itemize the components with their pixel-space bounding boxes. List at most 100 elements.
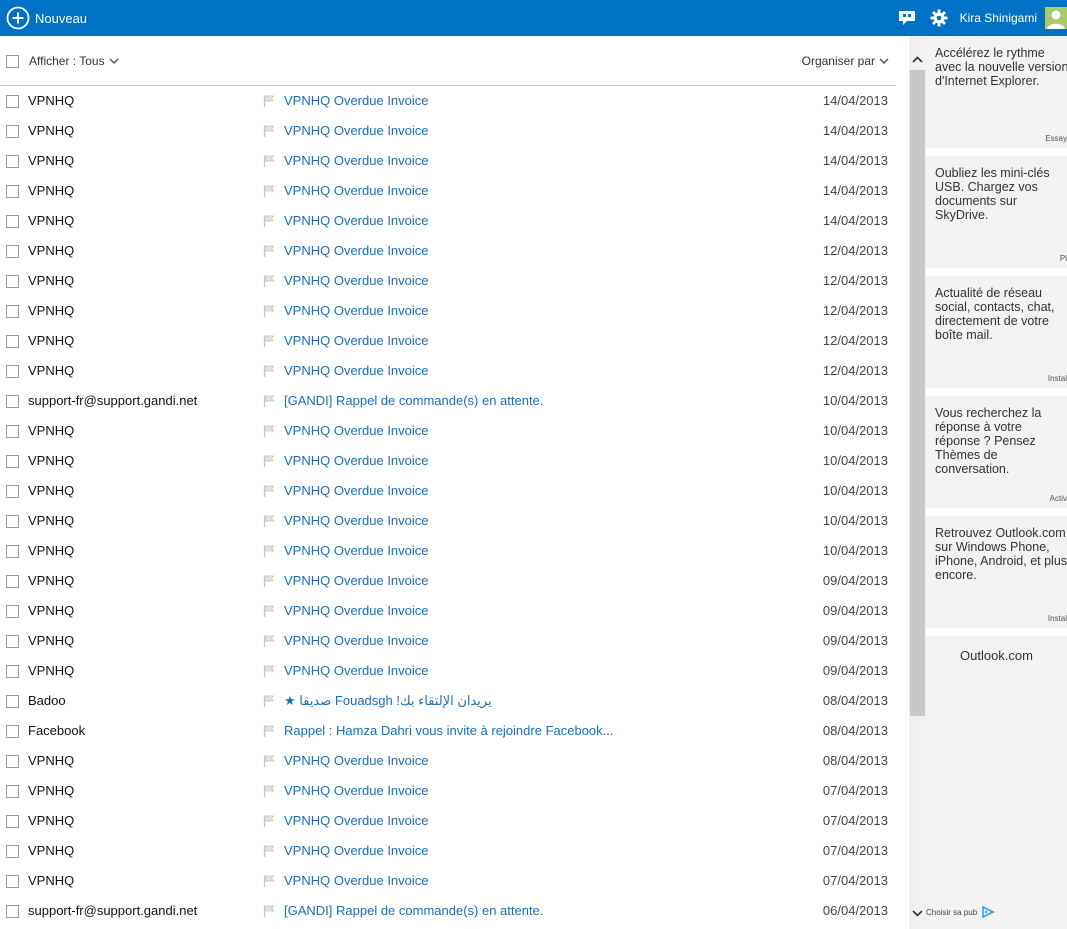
flag-icon[interactable] <box>263 695 275 707</box>
flag-icon[interactable] <box>263 365 275 377</box>
ad-block[interactable]: Vous recherchez la réponse à votre répon… <box>926 396 1067 508</box>
flag-icon[interactable] <box>263 335 275 347</box>
ad-block[interactable]: Accélérez le rythme avec la nouvelle ver… <box>926 36 1067 148</box>
message-row[interactable]: VPNHQ VPNHQ Overdue Invoice 14/04/2013 <box>0 146 896 176</box>
message-checkbox[interactable] <box>6 515 19 528</box>
flag-icon[interactable] <box>263 725 275 737</box>
flag-icon[interactable] <box>263 395 275 407</box>
message-row[interactable]: VPNHQ VPNHQ Overdue Invoice 07/04/2013 <box>0 866 896 896</box>
message-row[interactable]: VPNHQ VPNHQ Overdue Invoice 10/04/2013 <box>0 536 896 566</box>
flag-icon[interactable] <box>263 305 275 317</box>
scroll-down-button[interactable] <box>909 906 926 920</box>
filter-dropdown[interactable]: Afficher : Tous <box>29 54 119 68</box>
scroll-up-button[interactable] <box>909 52 926 66</box>
message-row[interactable]: VPNHQ VPNHQ Overdue Invoice 14/04/2013 <box>0 116 896 146</box>
message-checkbox[interactable] <box>6 155 19 168</box>
sort-dropdown[interactable]: Organiser par <box>802 54 889 68</box>
message-row[interactable]: VPNHQ VPNHQ Overdue Invoice 14/04/2013 <box>0 206 896 236</box>
flag-icon[interactable] <box>263 155 275 167</box>
message-row[interactable]: support-fr@support.gandi.net [GANDI] Rap… <box>0 896 896 926</box>
flag-icon[interactable] <box>263 875 275 887</box>
flag-icon[interactable] <box>263 485 275 497</box>
settings-button[interactable] <box>928 7 950 29</box>
message-checkbox[interactable] <box>6 455 19 468</box>
message-row[interactable]: VPNHQ VPNHQ Overdue Invoice 09/04/2013 <box>0 566 896 596</box>
message-row[interactable]: VPNHQ VPNHQ Overdue Invoice 07/04/2013 <box>0 836 896 866</box>
message-checkbox[interactable] <box>6 905 19 918</box>
message-checkbox[interactable] <box>6 335 19 348</box>
new-message-button[interactable]: Nouveau <box>6 5 87 31</box>
message-checkbox[interactable] <box>6 875 19 888</box>
message-checkbox[interactable] <box>6 425 19 438</box>
ad-cta-link[interactable]: Instal <box>1048 614 1067 623</box>
message-checkbox[interactable] <box>6 275 19 288</box>
message-row[interactable]: VPNHQ VPNHQ Overdue Invoice 12/04/2013 <box>0 296 896 326</box>
message-checkbox[interactable] <box>6 575 19 588</box>
flag-icon[interactable] <box>263 755 275 767</box>
message-checkbox[interactable] <box>6 635 19 648</box>
message-row[interactable]: Badoo ★ صديقا Fouadsgh !يريدان الإلتقاء … <box>0 686 896 716</box>
flag-icon[interactable] <box>263 815 275 827</box>
message-checkbox[interactable] <box>6 845 19 858</box>
message-row[interactable]: VPNHQ VPNHQ Overdue Invoice 12/04/2013 <box>0 356 896 386</box>
message-checkbox[interactable] <box>6 395 19 408</box>
message-checkbox[interactable] <box>6 485 19 498</box>
message-row[interactable]: VPNHQ VPNHQ Overdue Invoice 10/04/2013 <box>0 416 896 446</box>
message-row[interactable]: VPNHQ VPNHQ Overdue Invoice 09/04/2013 <box>0 626 896 656</box>
flag-icon[interactable] <box>263 275 275 287</box>
message-checkbox[interactable] <box>6 365 19 378</box>
flag-icon[interactable] <box>263 545 275 557</box>
message-list-scrollbar[interactable] <box>909 36 926 929</box>
avatar[interactable] <box>1045 7 1067 29</box>
flag-icon[interactable] <box>263 125 275 137</box>
ad-block[interactable]: Actualité de réseau social, contacts, ch… <box>926 276 1067 388</box>
message-row[interactable]: VPNHQ VPNHQ Overdue Invoice 12/04/2013 <box>0 236 896 266</box>
message-checkbox[interactable] <box>6 785 19 798</box>
flag-icon[interactable] <box>263 515 275 527</box>
ad-block[interactable]: Oubliez les mini-clés USB. Chargez vos d… <box>926 156 1067 268</box>
account-name[interactable]: Kira Shinigami <box>960 11 1037 25</box>
flag-icon[interactable] <box>263 575 275 587</box>
flag-icon[interactable] <box>263 455 275 467</box>
message-checkbox[interactable] <box>6 755 19 768</box>
message-checkbox[interactable] <box>6 605 19 618</box>
message-checkbox[interactable] <box>6 185 19 198</box>
flag-icon[interactable] <box>263 425 275 437</box>
flag-icon[interactable] <box>263 845 275 857</box>
ad-cta-link[interactable]: Activ <box>1050 494 1067 503</box>
message-row[interactable]: VPNHQ VPNHQ Overdue Invoice 08/04/2013 <box>0 746 896 776</box>
flag-icon[interactable] <box>263 185 275 197</box>
message-row[interactable]: VPNHQ VPNHQ Overdue Invoice 10/04/2013 <box>0 506 896 536</box>
ad-cta-link[interactable]: Essay <box>1045 134 1067 143</box>
message-checkbox[interactable] <box>6 305 19 318</box>
message-row[interactable]: VPNHQ VPNHQ Overdue Invoice 12/04/2013 <box>0 266 896 296</box>
messenger-button[interactable] <box>896 7 918 29</box>
ad-cta-link[interactable]: Instal <box>1048 374 1067 383</box>
ad-block[interactable]: Retrouvez Outlook.com sur Windows Phone,… <box>926 516 1067 628</box>
message-checkbox[interactable] <box>6 215 19 228</box>
message-row[interactable]: Facebook Rappel : Hamza Dahri vous invit… <box>0 716 896 746</box>
message-row[interactable]: VPNHQ VPNHQ Overdue Invoice 07/04/2013 <box>0 806 896 836</box>
flag-icon[interactable] <box>263 665 275 677</box>
message-row[interactable]: VPNHQ VPNHQ Overdue Invoice 10/04/2013 <box>0 476 896 506</box>
message-row[interactable]: VPNHQ VPNHQ Overdue Invoice 14/04/2013 <box>0 176 896 206</box>
flag-icon[interactable] <box>263 245 275 257</box>
message-row[interactable]: VPNHQ VPNHQ Overdue Invoice 10/04/2013 <box>0 446 896 476</box>
flag-icon[interactable] <box>263 905 275 917</box>
message-checkbox[interactable] <box>6 245 19 258</box>
message-checkbox[interactable] <box>6 695 19 708</box>
message-row[interactable]: VPNHQ VPNHQ Overdue Invoice 12/04/2013 <box>0 326 896 356</box>
message-row[interactable]: support-fr@support.gandi.net [GANDI] Rap… <box>0 386 896 416</box>
message-checkbox[interactable] <box>6 125 19 138</box>
message-row[interactable]: VPNHQ VPNHQ Overdue Invoice 09/04/2013 <box>0 596 896 626</box>
message-checkbox[interactable] <box>6 725 19 738</box>
message-checkbox[interactable] <box>6 665 19 678</box>
message-checkbox[interactable] <box>6 815 19 828</box>
message-row[interactable]: VPNHQ VPNHQ Overdue Invoice 09/04/2013 <box>0 656 896 686</box>
flag-icon[interactable] <box>263 785 275 797</box>
flag-icon[interactable] <box>263 605 275 617</box>
message-checkbox[interactable] <box>6 545 19 558</box>
flag-icon[interactable] <box>263 95 275 107</box>
select-all-checkbox[interactable] <box>6 55 19 68</box>
choose-ad-link[interactable]: Choisir sa pub <box>926 906 995 918</box>
